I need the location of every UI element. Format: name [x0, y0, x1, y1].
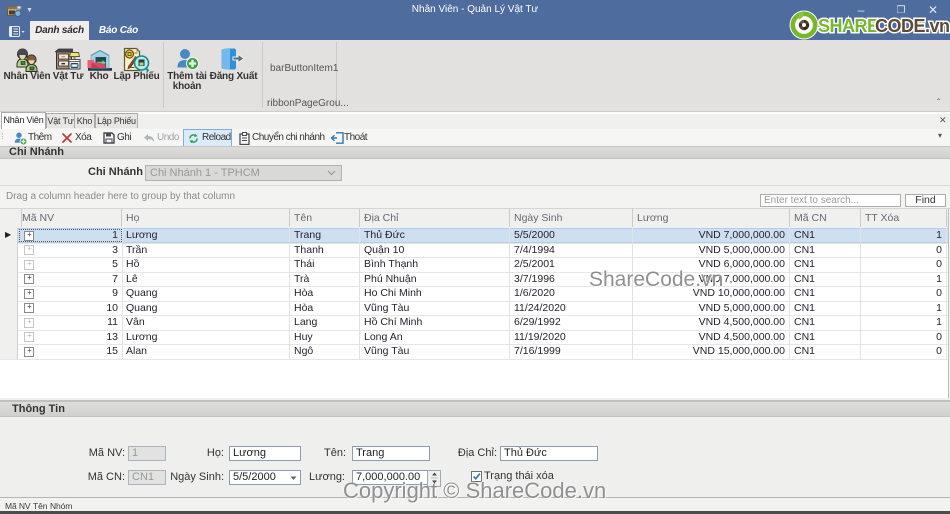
svg-text:SHARE: SHARE [818, 16, 879, 36]
svg-text:CODE.vn: CODE.vn [875, 16, 950, 36]
